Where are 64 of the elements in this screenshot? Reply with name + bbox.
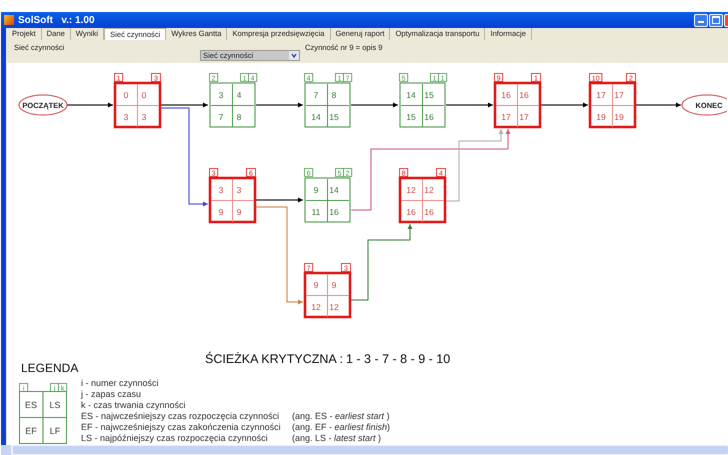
legend-note: (ang. EF - earliest finish) [292, 422, 390, 433]
node-value: 16 [519, 90, 529, 100]
critical-path-value: 1 - 3 - 7 - 8 - 9 - 10 [346, 351, 450, 368]
node-value: 16 [329, 207, 339, 217]
critical-path-label: ŚCIEŻKA KRYTYCZNA : [205, 350, 344, 368]
maximize-icon [712, 16, 720, 24]
window-title: SolSoft v.: 1.00 [18, 14, 94, 28]
node-value: 3 [124, 112, 128, 122]
node-value: 3 [236, 185, 242, 195]
legend-text: i - numer czynności [81, 378, 159, 389]
node-value: 16 [406, 207, 416, 217]
node-value: 9 [314, 185, 318, 195]
node-value: 14 [311, 112, 321, 122]
caret-icon [289, 51, 299, 60]
legend-label: EF [25, 426, 37, 436]
node-value: 16 [424, 207, 434, 217]
app-icon [4, 15, 14, 25]
node-value: 9 [314, 280, 318, 290]
node-value: 0 [124, 90, 128, 100]
node-value: 8 [236, 112, 242, 122]
node-value: 12 [424, 185, 434, 195]
node-value: 17 [596, 90, 606, 100]
legend-text: ES - najwcześniejszy czas rozpoczęcia czynności [81, 411, 280, 422]
node-value: 17 [519, 112, 529, 122]
node-value: 7 [314, 90, 318, 100]
node-value: 9 [218, 207, 224, 217]
horizontal-scrollbar[interactable] [1, 445, 728, 455]
node-value: 15 [424, 90, 434, 100]
node-value: 17 [501, 112, 511, 122]
close-button[interactable] [724, 14, 728, 26]
node-value: 8 [332, 90, 336, 100]
node-value: 9 [332, 280, 336, 290]
node-value: 15 [329, 112, 339, 122]
node-value: 16 [501, 90, 511, 100]
node-value: 7 [218, 112, 224, 122]
node-value: 3 [218, 185, 224, 195]
node-value: 15 [406, 112, 416, 122]
node-value: 3 [218, 90, 224, 100]
legend-label: ES [25, 400, 37, 410]
legend-text: EF - najwcześniejszy czas zakończenia czynności [81, 422, 281, 433]
node-value: 12 [406, 185, 416, 195]
legend-text: LS - najpóźniejszy czas rozpoczęcia czynności [81, 433, 268, 444]
node-value: 0 [142, 90, 146, 100]
node-value: 3 [142, 112, 146, 122]
node-value: 11 [312, 207, 320, 217]
minimize-button[interactable] [694, 14, 708, 26]
legend-note: (ang. LS - latest start ) [292, 433, 382, 444]
node-value: 4 [236, 90, 242, 100]
node-value: 19 [614, 112, 624, 122]
node-value: 14 [406, 90, 416, 100]
legend-text: k - czas trwania czynności [81, 400, 186, 411]
legend-label: LS [50, 400, 60, 410]
node-value: 9 [236, 207, 242, 217]
node-value: 19 [596, 112, 606, 122]
node-value: 16 [424, 112, 434, 122]
legend-label: LF [50, 426, 60, 436]
node-value: 17 [614, 90, 624, 100]
node-value: 14 [329, 185, 339, 195]
legend-text: j - zapas czasu [81, 389, 142, 400]
legend-note: (ang. ES - earliest start ) [292, 411, 390, 422]
node-value: 12 [311, 302, 321, 312]
maximize-button[interactable] [709, 14, 723, 26]
legend-title: LEGENDA [21, 360, 78, 377]
node-value: 12 [329, 302, 339, 312]
